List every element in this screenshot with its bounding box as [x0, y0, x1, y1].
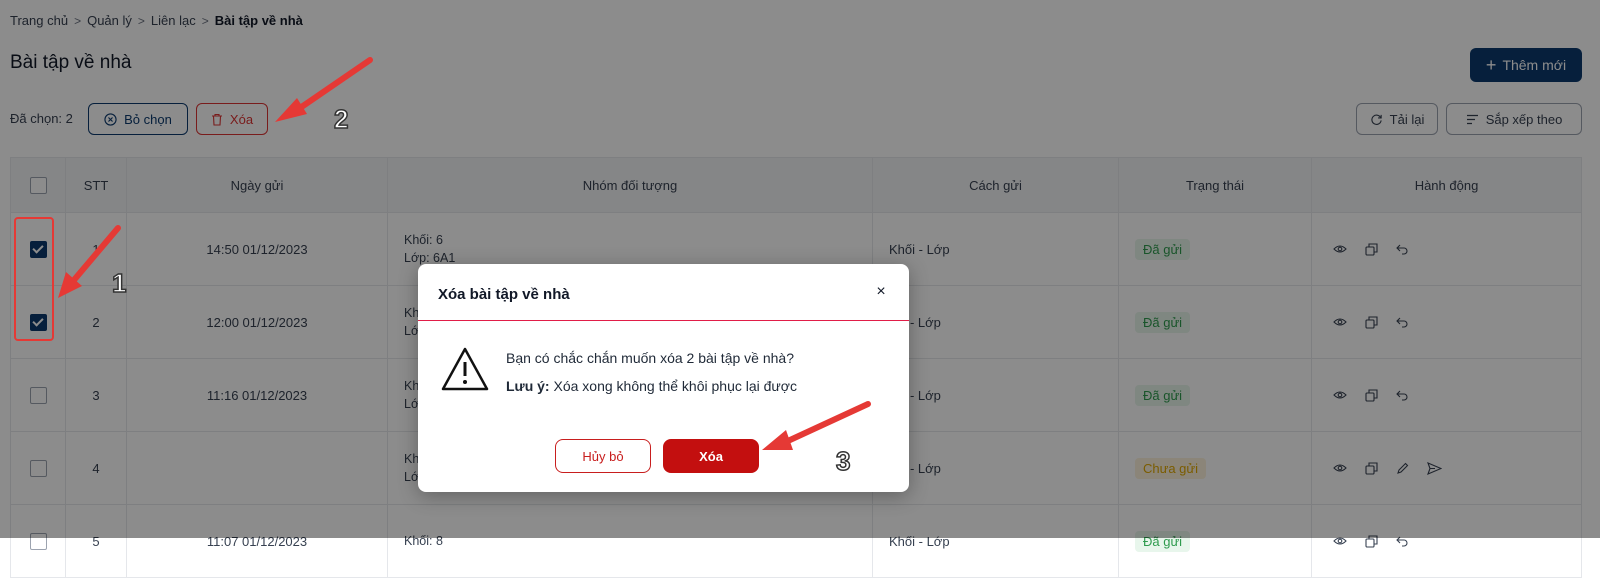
annotation-step-1: 1 — [111, 267, 127, 299]
annotation-step-3: 3 — [835, 445, 851, 477]
dialog-divider — [418, 320, 909, 321]
page: Trang chủ > Quản lý > Liên lạc > Bài tập… — [0, 0, 1600, 578]
dialog-title: Xóa bài tập về nhà — [438, 286, 570, 303]
dialog-message: Bạn có chắc chắn muốn xóa 2 bài tập về n… — [506, 350, 794, 366]
warning-icon — [441, 347, 489, 391]
annotation-step-2: 2 — [333, 103, 349, 135]
annotation-highlight-box — [14, 217, 54, 341]
cancel-button[interactable]: Hủy bỏ — [555, 439, 651, 473]
close-icon[interactable]: × — [871, 282, 891, 302]
dialog-note-label: Lưu ý: — [506, 378, 550, 394]
dialog-note-text: Xóa xong không thể khôi phục lại được — [553, 378, 797, 394]
confirm-delete-button[interactable]: Xóa — [663, 439, 759, 473]
dialog-note: Lưu ý: Xóa xong không thể khôi phục lại … — [506, 378, 797, 394]
